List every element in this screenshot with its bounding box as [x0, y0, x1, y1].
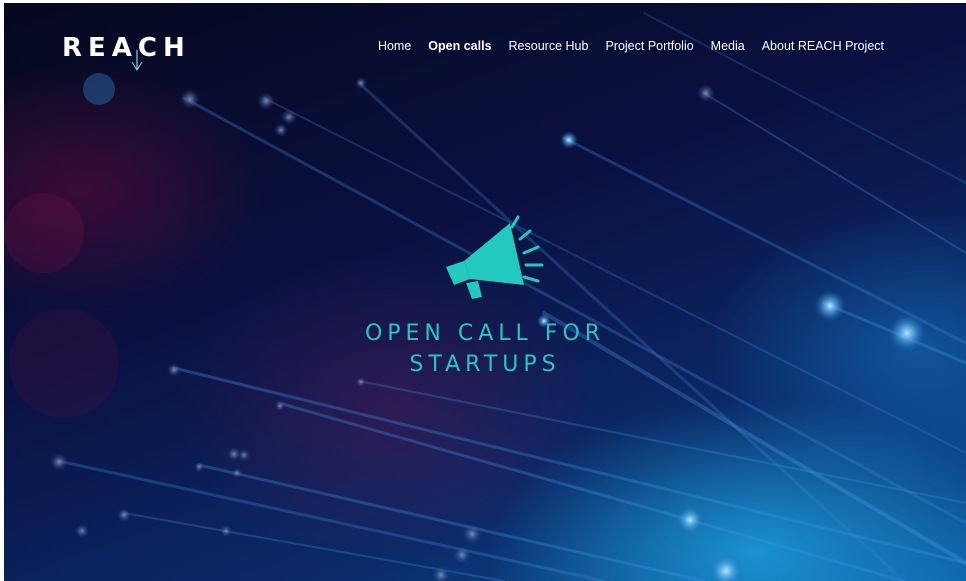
- hero-banner: REACH Home Open calls Resource Hub Proje…: [4, 3, 966, 581]
- hero-content: OPEN CALL FOR STARTUPS: [4, 3, 966, 581]
- megaphone-icon: [446, 215, 544, 299]
- hero-title-line2: STARTUPS: [409, 352, 561, 377]
- hero-title-line1: OPEN CALL FOR: [364, 321, 606, 346]
